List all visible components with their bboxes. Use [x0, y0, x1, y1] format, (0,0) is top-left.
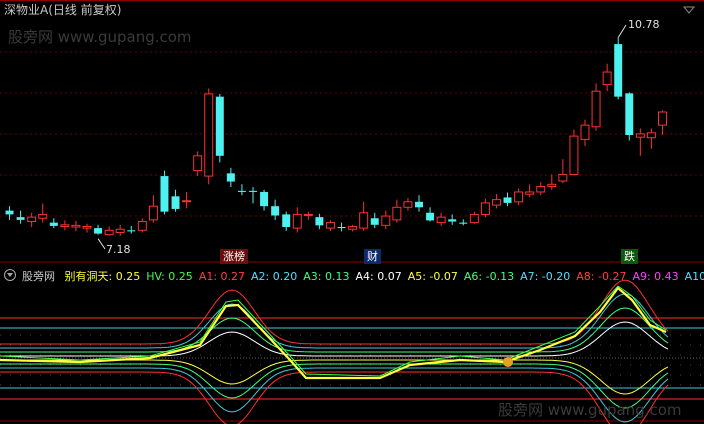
candle-body: [94, 228, 103, 234]
candle-body: [315, 217, 324, 226]
indicator-value-5: A4: 0.07: [355, 270, 402, 283]
candle-body: [249, 190, 257, 192]
candle-body: [204, 93, 214, 177]
candle-body: [282, 214, 291, 227]
candle-body: [580, 124, 590, 140]
candle-body: [237, 190, 246, 192]
stock-chart-window: 深物业A(日线 前复权) 股旁网 www.gupang.com 股旁网 www.…: [0, 0, 704, 424]
watermark: 股旁网 www.gupang.com: [8, 28, 192, 46]
candle-body: [514, 191, 524, 203]
candle-body: [71, 224, 81, 228]
candle-body: [171, 196, 180, 209]
candle-body: [426, 212, 435, 221]
candle-body: [127, 230, 136, 232]
indicator-value-8: A7: -0.20: [520, 270, 571, 283]
candle-body: [646, 132, 656, 139]
chart-canvas: [0, 0, 704, 424]
candle-body: [292, 213, 302, 229]
candle-body: [49, 222, 58, 226]
candle-body: [82, 225, 92, 229]
candle-body: [459, 222, 468, 224]
indicator-value-7: A6: -0.13: [463, 270, 515, 283]
indicator-name[interactable]: 股旁网: [22, 270, 55, 283]
indicator-value-2: A1: 0.27: [198, 270, 246, 283]
candle-body: [38, 213, 48, 219]
candle-body: [536, 185, 546, 193]
high-marker-line: [617, 24, 627, 38]
candle-body: [602, 71, 612, 86]
candle-body: [480, 202, 490, 215]
candle-body: [337, 227, 346, 229]
candle-body: [503, 197, 512, 203]
tag-zhangbang[interactable]: 涨榜: [220, 249, 248, 264]
candle-body: [591, 90, 601, 128]
candle-body: [104, 229, 114, 236]
candle-body: [657, 111, 667, 126]
candle-body: [392, 206, 402, 221]
candle-body: [415, 201, 423, 208]
candle-body: [359, 212, 369, 229]
tag-cai[interactable]: 财: [364, 249, 381, 264]
indicator-hv-line: [0, 285, 667, 377]
dropdown-circle-icon[interactable]: [4, 269, 16, 281]
chart-title: 深物业A(日线 前复权): [4, 3, 122, 17]
candle-body: [60, 224, 70, 227]
indicator-value-9: A8: -0.27: [576, 270, 627, 283]
candle-body: [137, 221, 147, 231]
candle-body: [27, 216, 37, 223]
indicator-value-3: A2: 0.20: [251, 270, 298, 283]
watermark: 股旁网 www.gupang.com: [498, 401, 682, 419]
indicator-legend: 股旁网 别有洞天: 0.25 HV: 0.25 A1: 0.27 A2: 0.20 A3…: [4, 268, 704, 284]
tag-die[interactable]: 跌: [621, 249, 638, 264]
indicator-value-10: A9: 0.43: [632, 270, 679, 283]
candle-body: [182, 200, 192, 203]
candle-body: [303, 213, 313, 216]
candle-body: [558, 173, 568, 182]
candle-body: [469, 213, 479, 224]
candle-body: [260, 191, 269, 207]
candle-body: [448, 219, 457, 222]
candle-body: [436, 216, 446, 224]
candle-body: [370, 218, 379, 225]
candle-body: [215, 96, 224, 156]
low-price-label: 7.18: [106, 243, 131, 256]
high-price-label: 10.78: [628, 18, 660, 31]
indicator-value-11: A10: 0.32: [684, 270, 704, 283]
indicator-value-0: 别有洞天: 0.25: [64, 270, 141, 283]
indicator-value-1: HV: 0.25: [146, 270, 193, 283]
candle-body: [348, 225, 358, 230]
low-marker-line: [97, 238, 106, 250]
candle-body: [635, 133, 645, 138]
money-bag-icon: [503, 357, 513, 367]
indicator-value-6: A5: -0.07: [407, 270, 458, 283]
candle-body: [160, 176, 169, 212]
candle-body: [614, 44, 623, 97]
candle-body: [381, 215, 391, 226]
caret-down-icon[interactable]: [683, 4, 695, 16]
candle-body: [5, 210, 14, 215]
candle-body: [403, 201, 413, 208]
candle-body: [226, 173, 235, 182]
indicator-value-4: A3: 0.13: [303, 270, 350, 283]
candle-body: [115, 228, 125, 233]
candle-body: [193, 155, 203, 172]
candle-body: [625, 93, 634, 135]
candle-body: [491, 199, 501, 206]
candle-body: [148, 205, 158, 221]
candle-body: [525, 191, 535, 195]
candle-body: [569, 135, 579, 175]
candle-body: [271, 206, 280, 216]
candle-body: [547, 183, 557, 187]
candle-body: [16, 217, 25, 220]
candle-body: [325, 222, 335, 229]
